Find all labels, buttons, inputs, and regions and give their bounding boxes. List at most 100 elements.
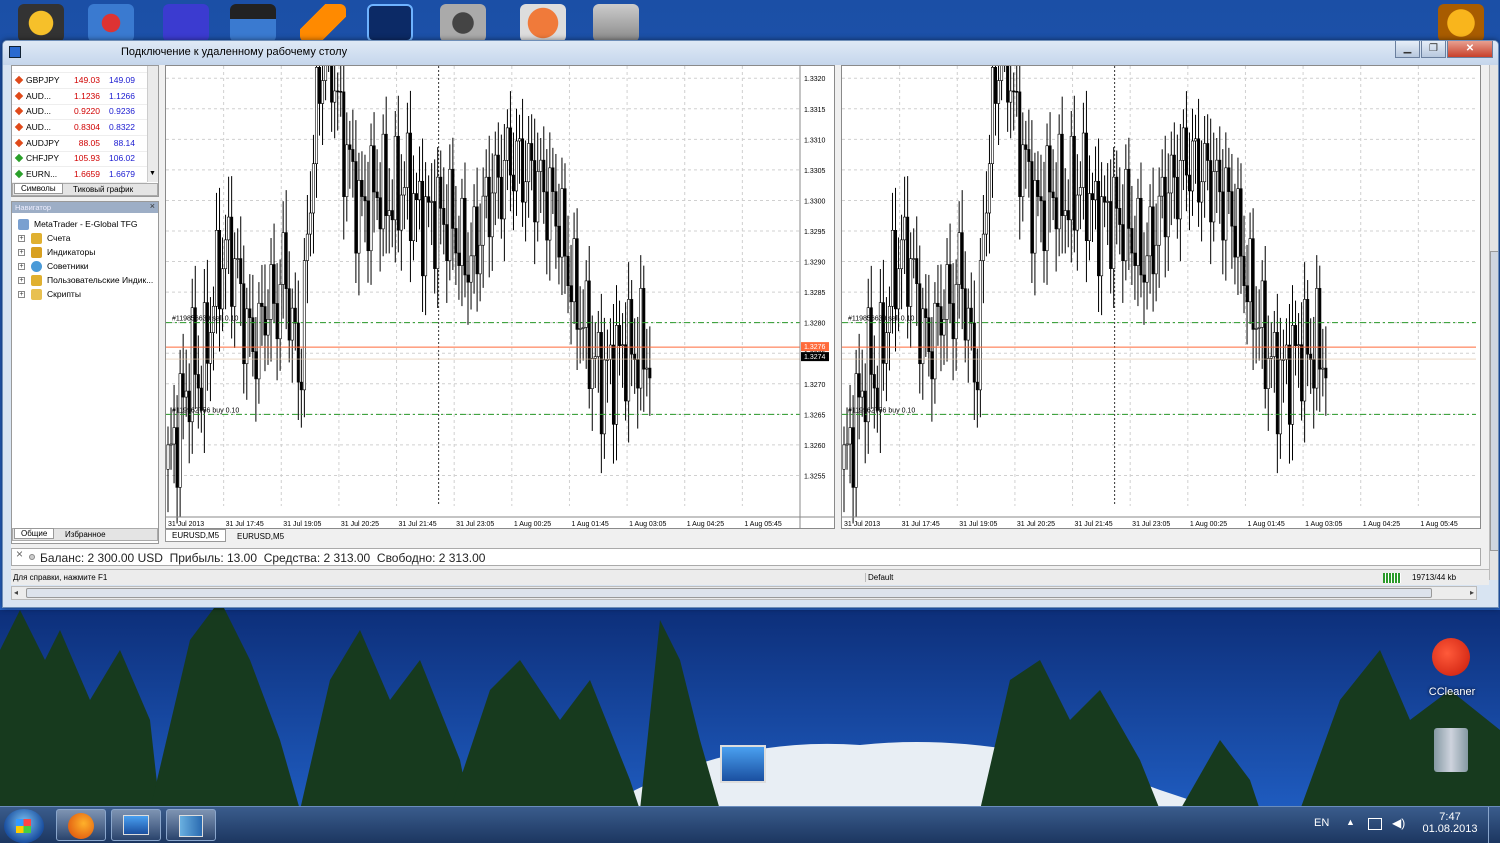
- desktop-icon-disc-burner[interactable]: [520, 4, 566, 42]
- candle-body: [1151, 206, 1155, 275]
- desktop-icon-media-player[interactable]: [163, 4, 209, 42]
- candle-body: [994, 67, 998, 104]
- market-watch-row[interactable]: AUD... 0.8304 0.8322: [12, 120, 147, 136]
- candle-body: [1236, 188, 1240, 258]
- chart-tab-2[interactable]: EURUSD,M5: [231, 531, 290, 542]
- candle-body: [248, 308, 252, 318]
- scroll-left-icon[interactable]: ◂: [14, 588, 18, 597]
- candle-body: [554, 191, 558, 227]
- candle-body: [618, 325, 622, 346]
- account-summary: Баланс: 2 300.00 USD Прибыль: 13.00 Сред…: [40, 551, 486, 565]
- candle-body: [1194, 138, 1198, 142]
- candle-body: [242, 283, 246, 365]
- desktop-icon-vlc[interactable]: [300, 4, 346, 42]
- ask-price: 0.9236: [109, 106, 135, 116]
- tab-tick-chart[interactable]: Тиковый график: [73, 185, 133, 194]
- candle-body: [454, 228, 458, 254]
- desktop-icon-tool[interactable]: [593, 4, 639, 42]
- price-tick-label: 1.3280: [804, 321, 826, 328]
- rdp-window[interactable]: Подключение к удаленному рабочему столу …: [2, 40, 1499, 608]
- chart-tab-1[interactable]: EURUSD,M5: [165, 529, 227, 542]
- expand-icon[interactable]: +: [18, 263, 25, 270]
- desktop-icon-ccleaner[interactable]: CCleaner: [1428, 638, 1475, 698]
- candle-body: [1318, 288, 1322, 370]
- market-watch-row[interactable]: AUD... 1.1236 1.1266: [12, 89, 147, 105]
- status-help: Для справки, нажмите F1: [13, 573, 108, 582]
- maximize-button[interactable]: ❐: [1421, 41, 1446, 58]
- candle-body: [1000, 66, 1004, 81]
- order-label: #119856639 sell 0.10: [172, 316, 239, 323]
- taskbar-remote-desktop[interactable]: [111, 809, 161, 841]
- market-watch-row[interactable]: AUDJPY 88.05 88.14: [12, 136, 147, 152]
- custom-indicators-icon: [31, 275, 42, 286]
- desktop-icon-video-editor[interactable]: [230, 4, 276, 42]
- market-watch-row[interactable]: EURN... 1.6659 1.6679: [12, 167, 147, 183]
- desktop-icon-photoshop[interactable]: [367, 4, 413, 42]
- chart-window-right[interactable]: #119856639 sell 0.10 #119962756 buy 0.10 3…: [841, 65, 1481, 529]
- minimize-button[interactable]: ▁: [1395, 41, 1420, 58]
- candle-body: [1254, 328, 1258, 330]
- chart-tabs: EURUSD,M5 EURUSD,M5: [163, 529, 863, 543]
- show-desktop-button[interactable]: [1488, 807, 1500, 843]
- expand-icon[interactable]: +: [18, 277, 25, 284]
- scroll-right-icon[interactable]: ▸: [1470, 588, 1474, 597]
- market-watch-panel: GBPJPY 149.03 149.09 AUD... 1.1236 1.1266 AU…: [11, 65, 159, 197]
- desktop-icon-aimp[interactable]: [18, 4, 64, 42]
- candle-body: [1009, 90, 1013, 103]
- vertical-scrollbar[interactable]: [1489, 65, 1498, 580]
- tab-symbols[interactable]: Символы: [14, 183, 63, 194]
- candle-body: [1324, 367, 1328, 379]
- candle-body: [1306, 299, 1310, 355]
- candle-body: [918, 283, 922, 365]
- chart-left-svg[interactable]: #119856639 sell 0.10 #119962756 buy 0.10 1…: [166, 66, 835, 529]
- chart-window-left[interactable]: #119856639 sell 0.10 #119962756 buy 0.10 1…: [165, 65, 835, 529]
- price-tick-label: 1.3305: [804, 168, 826, 175]
- candle-body: [524, 181, 528, 203]
- candle-body: [302, 260, 306, 391]
- time-tick-label: 1 Aug 01:45: [1247, 521, 1284, 528]
- desktop-icon-remote-desktop[interactable]: [720, 745, 766, 783]
- chart-right-svg[interactable]: #119856639 sell 0.10 #119962756 buy 0.10 3…: [842, 66, 1481, 529]
- expand-icon[interactable]: +: [18, 249, 25, 256]
- show-hidden-icons-icon[interactable]: ▲: [1346, 817, 1355, 827]
- title-bar[interactable]: Подключение к удаленному рабочему столу …: [3, 41, 1498, 65]
- candle-body: [399, 194, 403, 231]
- candle-body: [957, 232, 961, 285]
- market-watch-scrollbar[interactable]: ▼: [147, 66, 158, 182]
- vscroll-thumb[interactable]: [1490, 251, 1498, 551]
- candle-body: [305, 233, 309, 261]
- candle-body: [1248, 238, 1252, 303]
- candle-body: [1139, 197, 1143, 276]
- expand-icon[interactable]: +: [18, 291, 25, 298]
- candle-body: [296, 322, 300, 383]
- market-watch-row[interactable]: AUD... 0.9220 0.9236: [12, 104, 147, 120]
- taskbar-firefox[interactable]: [56, 809, 106, 841]
- clock[interactable]: 7:47 01.08.2013: [1418, 811, 1482, 835]
- market-watch-row[interactable]: GBPJPY 149.03 149.09: [12, 73, 147, 89]
- tab-favorites[interactable]: Избранное: [65, 530, 106, 539]
- network-icon[interactable]: [1368, 818, 1382, 830]
- terminal-close-icon[interactable]: ×: [16, 547, 23, 561]
- expand-icon[interactable]: +: [18, 235, 25, 242]
- candle-body: [339, 90, 343, 93]
- language-indicator[interactable]: EN: [1314, 817, 1329, 829]
- start-button[interactable]: [4, 809, 44, 843]
- desktop-icon-globe[interactable]: [1438, 4, 1484, 42]
- scroll-down-icon: ▼: [149, 170, 156, 177]
- horizontal-scrollbar[interactable]: ◂ ▸: [11, 586, 1477, 600]
- remote-desktop-icon: [123, 815, 149, 835]
- market-watch-row[interactable]: CHFJPY 105.93 106.02: [12, 151, 147, 167]
- taskbar-book[interactable]: [166, 809, 216, 841]
- candle-body: [230, 216, 234, 307]
- volume-icon[interactable]: ◀): [1392, 816, 1405, 830]
- desktop-icon-camera[interactable]: [440, 4, 486, 42]
- desktop-icon-player[interactable]: [88, 4, 134, 42]
- arrow-down-icon: [14, 106, 24, 116]
- tab-common[interactable]: Общие: [14, 528, 55, 539]
- close-button[interactable]: ✕: [1447, 41, 1493, 58]
- candle-body: [290, 307, 294, 341]
- arrow-down-icon: [14, 91, 24, 101]
- hscroll-thumb[interactable]: [26, 588, 1432, 598]
- navigator-close-icon[interactable]: ×: [150, 201, 155, 211]
- recycle-bin-icon[interactable]: [1434, 728, 1468, 772]
